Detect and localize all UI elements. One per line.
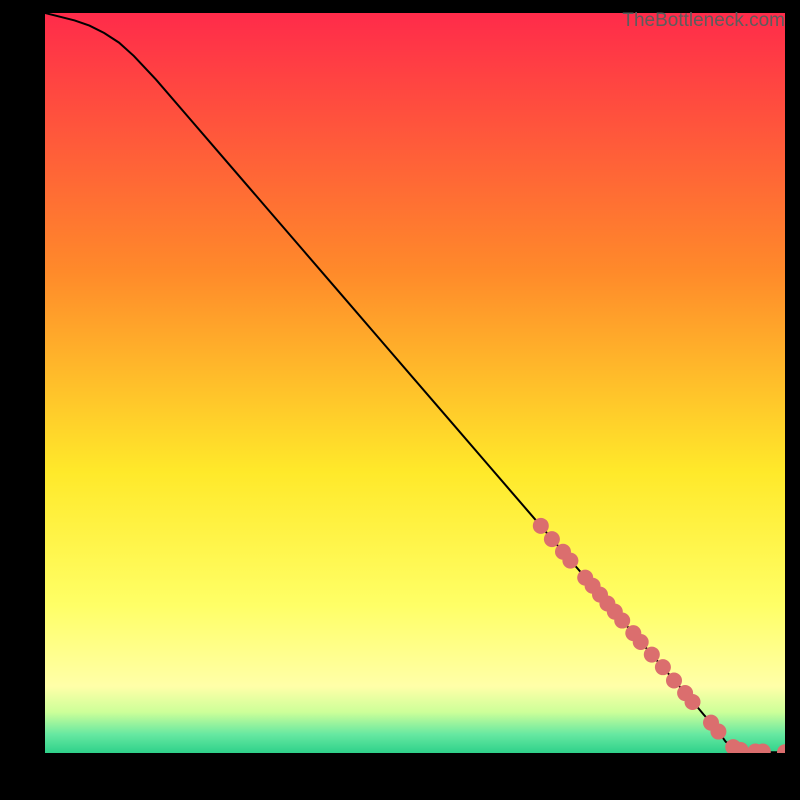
data-marker: [533, 518, 549, 534]
data-marker: [544, 531, 560, 547]
data-marker: [655, 659, 671, 675]
chart-background-gradient: [45, 13, 785, 753]
data-marker: [685, 694, 701, 710]
data-marker: [562, 553, 578, 569]
data-marker: [666, 672, 682, 688]
data-marker: [644, 647, 660, 663]
watermark-text: TheBottleneck.com: [622, 10, 785, 32]
data-marker: [633, 634, 649, 650]
chart-plot: [45, 13, 785, 753]
chart-frame: TheBottleneck.com: [45, 13, 785, 753]
data-marker: [710, 724, 726, 740]
data-marker: [614, 613, 630, 629]
